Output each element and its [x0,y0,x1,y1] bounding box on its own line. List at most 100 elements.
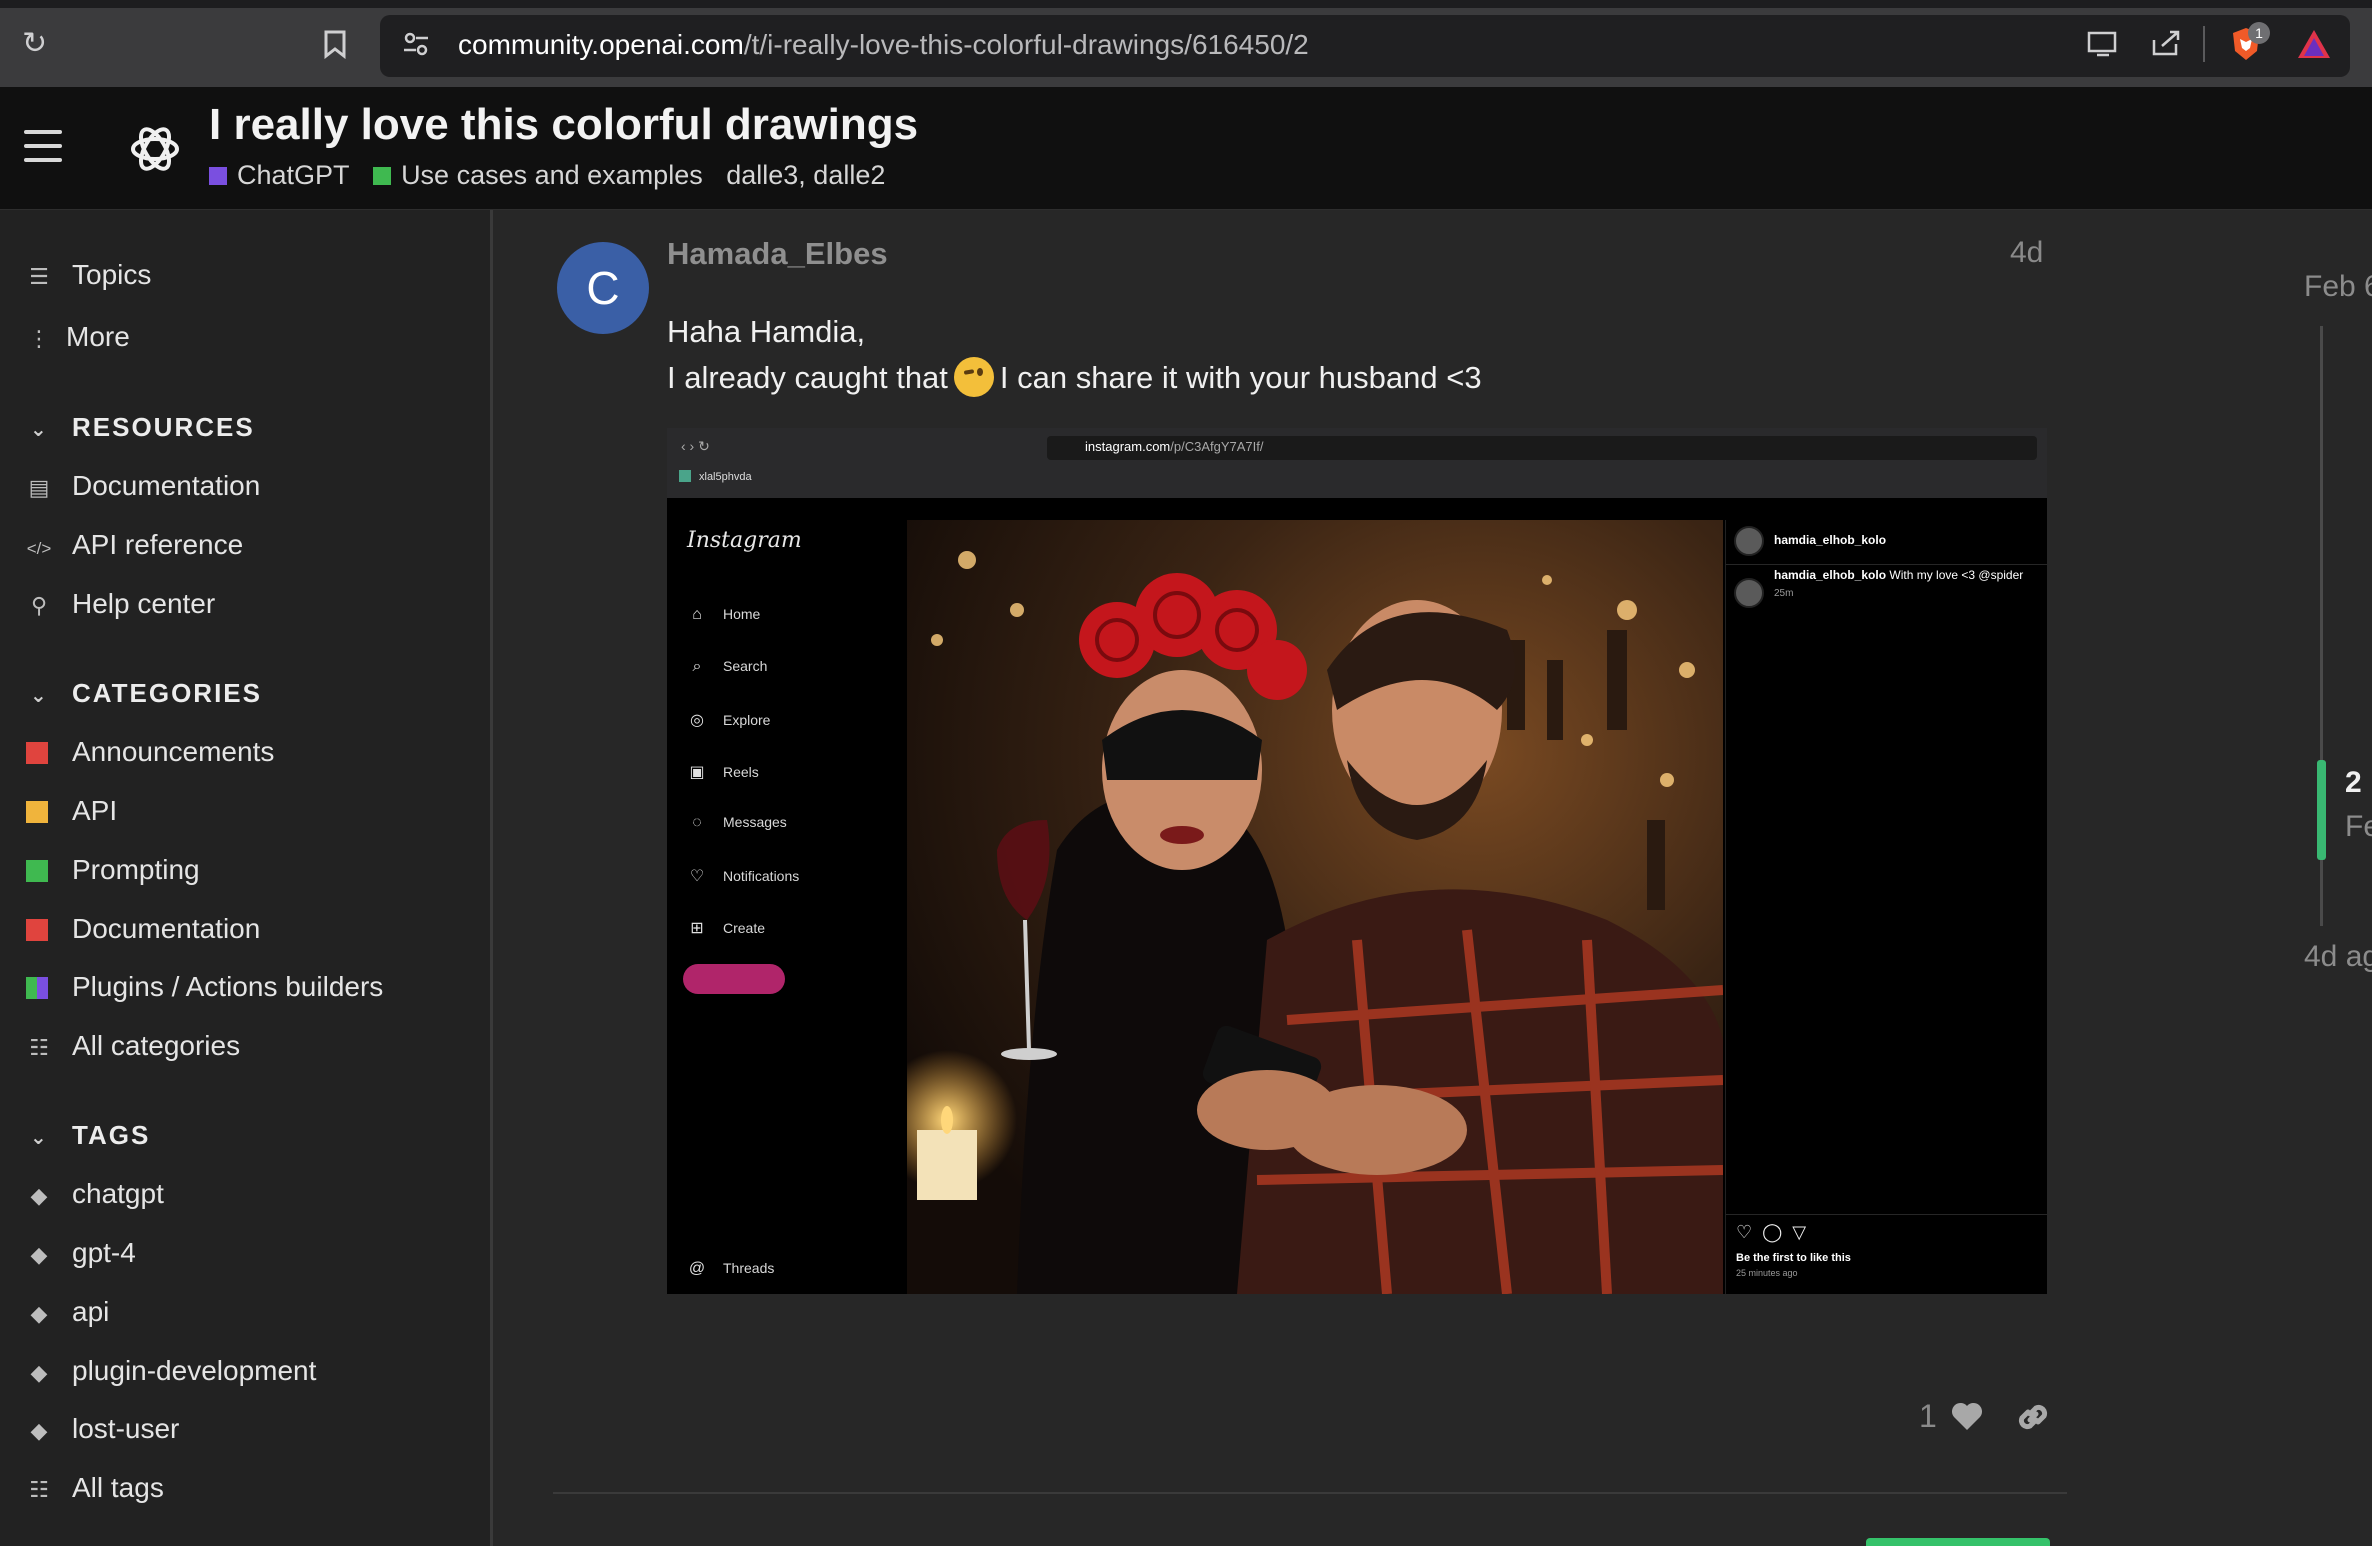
post-text-after-emoji: I can share it with your husband <3 [999,360,1482,395]
section-toggle-tags[interactable]: ⌄ TAGS [30,1120,150,1151]
url-text[interactable]: community.openai.com/t/i-really-love-thi… [458,29,1309,61]
reload-icon[interactable]: ↻ [22,29,47,59]
like-count[interactable]: 1 [1919,1398,1937,1435]
section-toggle-categories[interactable]: ⌄ CATEGORIES [30,678,262,709]
vertical-ellipsis-icon: ⋮ [28,326,50,351]
avatar [1734,526,1764,556]
chevron-down-icon: ⌄ [30,685,49,707]
category-parent-label: ChatGPT [237,160,350,190]
timeline-post-number: 2 [2345,766,2362,799]
share-link-icon[interactable] [2014,1398,2052,1436]
category-link[interactable]: Use cases and examples [373,160,703,190]
sidebar-item-more[interactable]: ⋮ More [26,317,130,357]
sidebar-item-documentation[interactable]: ▤ Documentation [26,466,261,506]
sidebar-tag-api[interactable]: ◆ api [26,1292,110,1332]
ig-nav-home: ⌂ Home [687,606,760,624]
sidebar-category-announcements[interactable]: Announcements [26,732,274,772]
link-icon: ⚲ [30,593,48,618]
category-color-swatch [209,167,227,185]
sidebar-item-all-tags[interactable]: ☷ All tags [26,1468,164,1508]
toolbar-divider [2203,26,2205,62]
instagram-logo: Instagram [687,528,802,553]
sidebar-category-api[interactable]: API [26,791,117,831]
topic-title[interactable]: I really love this colorful drawings [209,100,918,150]
sidebar-item-label: lost-user [72,1413,180,1444]
timeline-handle[interactable] [2317,760,2326,860]
ig-action-icons: ♡◯▽ [1736,1222,1817,1242]
avatar [1734,578,1764,608]
ig-nav-threads: @ Threads [688,1260,775,1277]
sidebar-item-label: Plugins / Actions builders [72,971,384,1002]
sidebar-tag-lost-user[interactable]: ◆ lost-user [26,1409,180,1449]
sidebar-item-label: Announcements [72,736,275,767]
ig-nav-create: ⊞ Create [687,918,765,938]
list-icon: ☷ [29,1035,49,1060]
sidebar-item-label: All tags [72,1472,164,1503]
ig-nav-notifications: ♡ Notifications [687,866,799,886]
share-icon[interactable] [2150,28,2182,64]
image-url-domain: instagram.com [1085,439,1171,454]
ig-nav-messages: ◌ Messages [687,814,787,832]
instagram-side-panel: hamdia_elhob_kolo hamdia_elhob_kolo With… [1725,520,2047,1294]
layers-icon: ☰ [29,264,49,289]
sidebar-item-topics[interactable]: ☰ Topics [26,255,151,295]
post-date[interactable]: 4d [2010,236,2043,270]
sidebar-tag-gpt-4[interactable]: ◆ gpt-4 [26,1233,136,1273]
threads-icon: @ [688,1260,706,1277]
heart-icon: ♡ [689,868,705,885]
section-heading: RESOURCES [72,412,255,442]
timeline-start-date[interactable]: Feb 6 [2304,270,2372,304]
winking-face-emoji-icon [953,357,994,397]
sidebar-tag-chatgpt[interactable]: ◆ chatgpt [26,1174,164,1214]
post-image[interactable]: ‹ › ↻ instagram.com/p/C3AfgY7A7If/ xlal5… [667,428,2047,1294]
sidebar-item-all-categories[interactable]: ☷ All categories [26,1026,240,1066]
sidebar-item-label: plugin-development [72,1355,317,1386]
section-toggle-resources[interactable]: ⌄ RESOURCES [30,412,255,443]
hamburger-menu-icon[interactable] [24,130,62,164]
sidebar-item-label: Documentation [72,913,261,944]
section-heading: CATEGORIES [72,678,262,708]
browser-toolbar: ↻ community.openai.com/t/i-really-love-t… [0,0,2372,87]
category-parent-link[interactable]: ChatGPT [209,160,350,190]
sidebar-tag-plugin-development[interactable]: ◆ plugin-development [26,1351,317,1391]
ig-likes-text: Be the first to like this [1736,1252,1851,1264]
sidebar-item-label: All categories [72,1030,241,1061]
tag-icon: ◆ [30,1360,48,1385]
brave-rewards-icon[interactable] [2296,28,2332,66]
sidebar-item-label: api [72,1296,110,1327]
image-tab: xlal5phvda [679,470,752,483]
sidebar-category-documentation[interactable]: Documentation [26,909,260,949]
like-heart-icon[interactable] [1950,1400,1984,1432]
timeline-end-date[interactable]: 4d ago [2304,940,2372,974]
sidebar-category-prompting[interactable]: Prompting [26,850,200,890]
chevron-down-icon: ⌄ [30,1127,49,1149]
url-domain: community.openai.com [458,29,744,60]
openai-logo[interactable] [126,120,184,178]
category-color-swatch [26,977,48,999]
sidebar-item-help-center[interactable]: ⚲ Help center [26,584,215,624]
post-username[interactable]: Hamada_Elbes [667,236,888,272]
tag-icon: ◆ [30,1418,48,1443]
reply-button[interactable] [1866,1538,2050,1546]
bookmark-icon[interactable] [322,29,348,65]
sidebar-item-label: Topics [72,259,152,290]
image-back-forward-icon: ‹ › ↻ [681,438,710,454]
site-settings-icon[interactable] [402,30,430,64]
cast-icon[interactable] [2087,30,2119,64]
topic-tags[interactable]: dalle3, dalle2 [726,160,885,190]
sidebar-item-label: Documentation [72,470,261,501]
chevron-down-icon: ⌄ [30,419,49,441]
redaction-scribble [683,964,785,994]
timeline-current-date: Feb [2345,810,2372,843]
tag-icon: ◆ [30,1301,48,1326]
ig-caption-time: 25m [1774,588,1794,599]
sidebar-category-plugins[interactable]: Plugins / Actions builders [26,967,383,1007]
sidebar-item-api-reference[interactable]: </> API reference [26,525,244,565]
avatar[interactable]: C [557,242,649,334]
url-path: /t/i-really-love-this-colorful-drawings/… [743,29,1309,60]
category-color-swatch [26,801,48,823]
image-tab-label: xlal5phvda [699,471,752,483]
sidebar-item-label: API [72,795,118,826]
sidebar-item-label: gpt-4 [72,1237,136,1268]
category-color-swatch [26,860,48,882]
